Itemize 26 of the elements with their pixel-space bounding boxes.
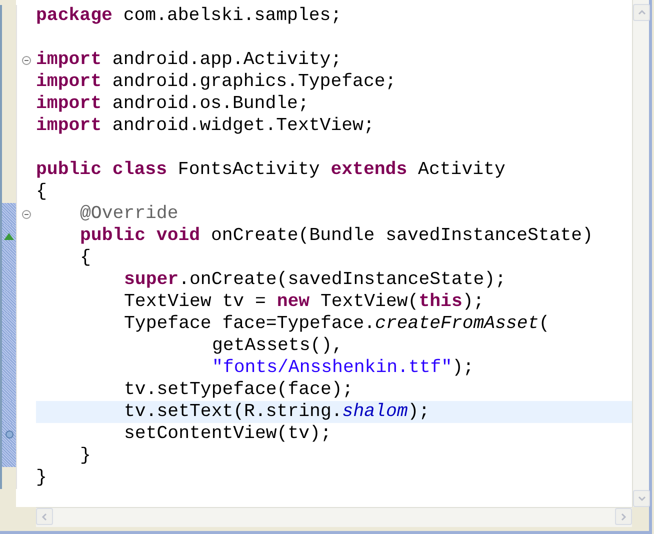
code-line: } [80,445,91,467]
code-line: getAssets(), [212,335,343,357]
code-line: } [36,467,47,489]
code-line: tv.setText(R.string.shalom); [124,401,430,423]
code-line: import android.os.Bundle; [36,93,309,115]
scroll-up-button[interactable] [633,4,650,21]
code-line: "fonts/Ansshenkin.ttf"); [212,357,474,379]
code-line: TextView tv = new TextView(this); [124,291,484,313]
code-line: Typeface face=Typeface.createFromAsset( [124,313,550,335]
scroll-down-button[interactable] [633,490,650,507]
code-line: public void onCreate(Bundle savedInstanceState) [80,225,593,247]
code-line: { [80,247,91,269]
code-line: tv.setTypeface(face); [124,379,354,401]
code-line: public class FontsActivity extends Activity [36,159,506,181]
code-line: { [36,181,47,203]
code-line: super.onCreate(savedInstanceState); [124,269,506,291]
scroll-right-button[interactable] [615,508,632,525]
collapse-icon[interactable] [22,56,31,64]
scroll-left-button[interactable] [36,508,53,525]
code-line: setContentView(tv); [124,423,332,445]
code-line: import android.graphics.Typeface; [36,71,396,93]
code-line: import android.widget.TextView; [36,115,374,137]
code-line: import android.app.Activity; [36,49,342,71]
code-line: package com.abelski.samples; [36,5,342,27]
code-line: @Override [80,203,178,225]
collapse-icon[interactable] [22,210,31,218]
